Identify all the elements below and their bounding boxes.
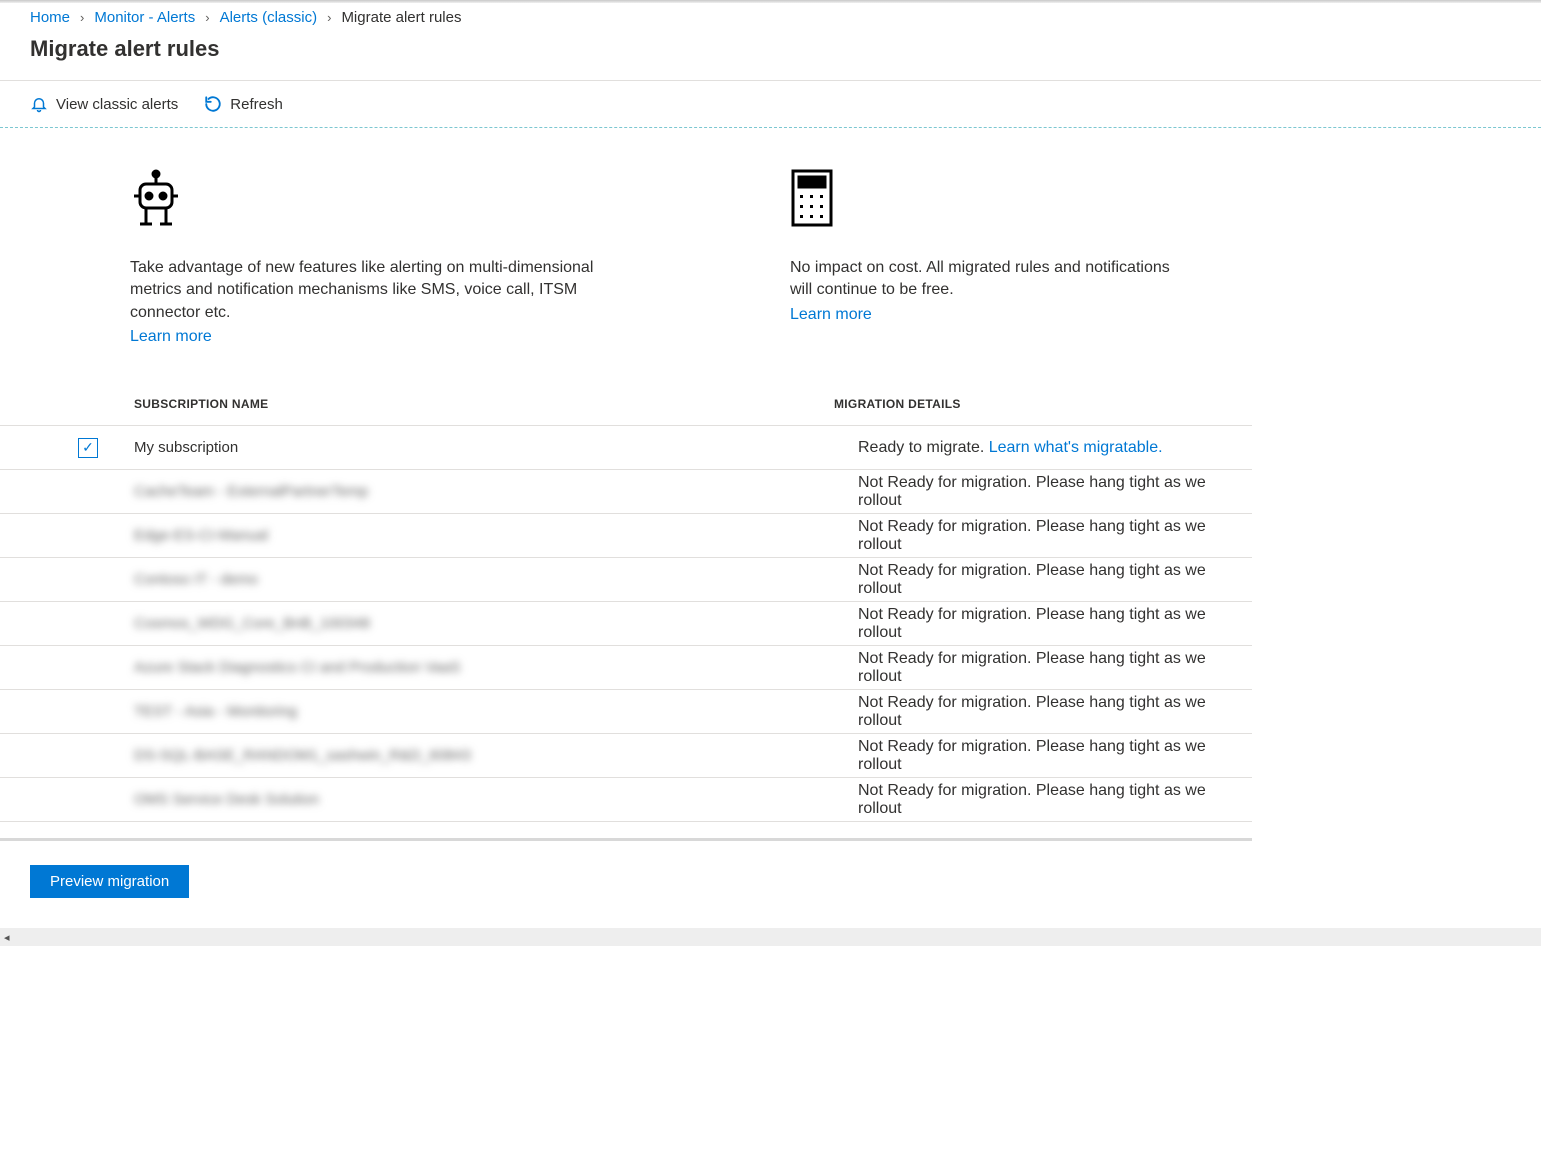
content-area: Take advantage of new features like aler… <box>0 128 1541 928</box>
table-row[interactable]: CacheTeam - ExternalPartnerTemp Not Read… <box>0 470 1252 514</box>
migration-details-cell: Not Ready for migration. Please hang tig… <box>834 518 1222 554</box>
toolbar: View classic alerts Refresh <box>0 81 1541 128</box>
subscription-name-cell: Edge-ES-CI-Manual <box>134 527 834 544</box>
migration-status-text: Not Ready for migration. Please hang tig… <box>858 650 1206 685</box>
migration-status-text: Not Ready for migration. Please hang tig… <box>858 518 1206 553</box>
migration-status-text: Not Ready for migration. Please hang tig… <box>858 562 1206 597</box>
migration-details-cell: Not Ready for migration. Please hang tig… <box>834 562 1222 598</box>
row-checkbox-cell: ✓ <box>78 438 134 458</box>
subscription-name-cell: Contoso IT - demo <box>134 571 834 588</box>
learn-more-link[interactable]: Learn more <box>790 306 1190 324</box>
chevron-right-icon: › <box>327 10 331 25</box>
view-classic-alerts-label: View classic alerts <box>56 96 178 113</box>
footer-actions: Preview migration <box>0 841 1541 928</box>
migration-details-cell: Ready to migrate. Learn what's migratabl… <box>834 439 1222 457</box>
column-header-migration-details[interactable]: MIGRATION DETAILS <box>834 397 1222 411</box>
table-header-row: SUBSCRIPTION NAME MIGRATION DETAILS <box>0 382 1252 426</box>
subscriptions-table: SUBSCRIPTION NAME MIGRATION DETAILS ✓ My… <box>0 382 1252 822</box>
page-title: Migrate alert rules <box>0 36 1541 81</box>
calculator-icon <box>790 168 1190 231</box>
column-header-subscription-name[interactable]: SUBSCRIPTION NAME <box>134 397 834 411</box>
refresh-icon <box>204 95 222 113</box>
migration-details-cell: Not Ready for migration. Please hang tig… <box>834 474 1222 510</box>
migration-status-text: Not Ready for migration. Please hang tig… <box>858 782 1206 817</box>
subscription-name-cell: Azure Stack Diagnostics CI and Productio… <box>134 659 834 676</box>
bottom-status-bar: ◂ <box>0 928 1541 946</box>
table-row[interactable]: ✓ My subscription Ready to migrate. Lear… <box>0 426 1252 470</box>
chevron-right-icon: › <box>205 10 209 25</box>
preview-migration-button[interactable]: Preview migration <box>30 865 189 898</box>
bell-icon <box>30 95 48 113</box>
subscription-name-cell: CacheTeam - ExternalPartnerTemp <box>134 483 834 500</box>
caret-left-icon[interactable]: ◂ <box>4 931 10 944</box>
breadcrumb-link-home[interactable]: Home <box>30 9 70 26</box>
subscription-name-cell: OMS Service Desk Solution <box>134 791 834 808</box>
breadcrumb-current: Migrate alert rules <box>341 9 461 26</box>
refresh-button[interactable]: Refresh <box>204 95 283 113</box>
table-row[interactable]: DS-SQL-BASE_RANDOM1_sashwin_R&D_60843 No… <box>0 734 1252 778</box>
row-checkbox[interactable]: ✓ <box>78 438 98 458</box>
table-row[interactable]: Contoso IT - demo Not Ready for migratio… <box>0 558 1252 602</box>
table-row[interactable]: Cosmos_WDG_Core_BnB_100348 Not Ready for… <box>0 602 1252 646</box>
table-row[interactable]: Edge-ES-CI-Manual Not Ready for migratio… <box>0 514 1252 558</box>
migration-status-text: Not Ready for migration. Please hang tig… <box>858 474 1206 509</box>
table-row[interactable]: OMS Service Desk Solution Not Ready for … <box>0 778 1252 822</box>
migration-details-cell: Not Ready for migration. Please hang tig… <box>834 606 1222 642</box>
feature-card-cost: No impact on cost. All migrated rules an… <box>790 168 1190 346</box>
subscription-name-cell: DS-SQL-BASE_RANDOM1_sashwin_R&D_60843 <box>134 747 834 764</box>
migration-status-text: Not Ready for migration. Please hang tig… <box>858 606 1206 641</box>
table-row[interactable]: TEST - Asia - Monitoring Not Ready for m… <box>0 690 1252 734</box>
migration-details-cell: Not Ready for migration. Please hang tig… <box>834 738 1222 774</box>
view-classic-alerts-button[interactable]: View classic alerts <box>30 95 178 113</box>
robot-icon <box>130 168 630 231</box>
migration-status-text: Ready to migrate. <box>858 439 984 456</box>
migration-details-cell: Not Ready for migration. Please hang tig… <box>834 782 1222 818</box>
table-row[interactable]: Azure Stack Diagnostics CI and Productio… <box>0 646 1252 690</box>
migration-status-text: Not Ready for migration. Please hang tig… <box>858 694 1206 729</box>
feature-card-new-capabilities: Take advantage of new features like aler… <box>130 168 630 346</box>
refresh-label: Refresh <box>230 96 283 113</box>
breadcrumb-link-alerts-classic[interactable]: Alerts (classic) <box>220 9 318 26</box>
subscription-name-cell: My subscription <box>134 439 834 456</box>
migration-details-cell: Not Ready for migration. Please hang tig… <box>834 694 1222 730</box>
migration-details-cell: Not Ready for migration. Please hang tig… <box>834 650 1222 686</box>
breadcrumb-link-monitor-alerts[interactable]: Monitor - Alerts <box>94 9 195 26</box>
subscription-name-cell: Cosmos_WDG_Core_BnB_100348 <box>134 615 834 632</box>
learn-migratable-link[interactable]: Learn what's migratable. <box>989 439 1163 456</box>
feature-text-new-capabilities: Take advantage of new features like aler… <box>130 257 630 324</box>
learn-more-link[interactable]: Learn more <box>130 328 630 346</box>
chevron-right-icon: › <box>80 10 84 25</box>
subscription-name-cell: TEST - Asia - Monitoring <box>134 703 834 720</box>
breadcrumb: Home › Monitor - Alerts › Alerts (classi… <box>0 3 1541 36</box>
feature-row: Take advantage of new features like aler… <box>0 168 1541 346</box>
migration-status-text: Not Ready for migration. Please hang tig… <box>858 738 1206 773</box>
feature-text-cost: No impact on cost. All migrated rules an… <box>790 257 1190 302</box>
